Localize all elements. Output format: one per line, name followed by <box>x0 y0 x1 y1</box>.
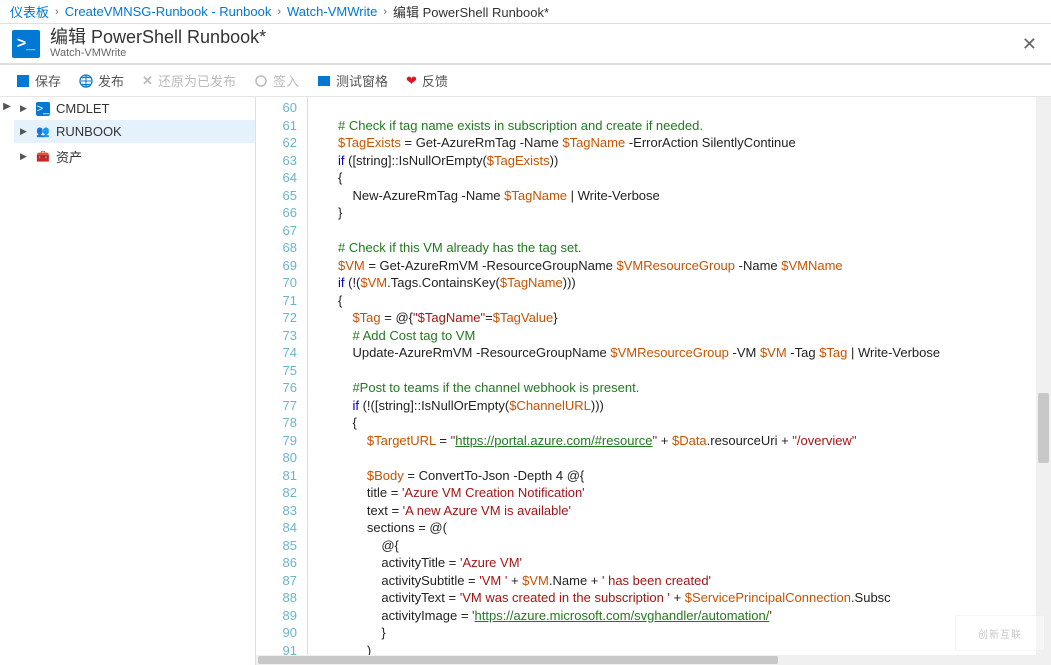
code-editor[interactable]: 6061626364656667686970717273747576777879… <box>256 97 1051 665</box>
page-subtitle: Watch-VMWrite <box>50 47 266 59</box>
checkin-icon <box>254 74 268 88</box>
chevron-right-icon: › <box>383 6 387 18</box>
code-area[interactable]: # Check if tag name exists in subscripti… <box>308 97 1051 665</box>
runbook-icon: 👥 <box>36 125 50 139</box>
scroll-thumb[interactable] <box>258 656 778 664</box>
page-title: 编辑 PowerShell Runbook* <box>50 28 266 48</box>
side-rail-collapse[interactable]: ▶ <box>0 97 14 665</box>
sidebar-item-label: CMDLET <box>56 101 109 116</box>
toolbar: 保存 发布 ✕ 还原为已发布 签入 测试窗格 ❤ 反馈 <box>0 65 1051 97</box>
testpane-icon <box>317 74 331 88</box>
sidebar-item-runbook[interactable]: ▶ 👥 RUNBOOK <box>14 120 255 143</box>
chevron-right-icon: › <box>55 6 59 18</box>
chevron-right-icon: ▶ <box>20 103 30 114</box>
breadcrumb-link-dashboard[interactable]: 仪表板 <box>10 2 49 21</box>
sidebar: ▶ ▶ >_ CMDLET ▶ 👥 RUNBOOK ▶ 🧰 资产 <box>0 97 256 665</box>
vertical-scrollbar[interactable] <box>1036 97 1051 665</box>
heart-icon: ❤ <box>406 73 417 89</box>
cmdlet-icon: >_ <box>36 102 50 116</box>
testpane-label: 测试窗格 <box>336 71 388 90</box>
chevron-right-icon: ▶ <box>20 151 30 162</box>
breadcrumb: 仪表板 › CreateVMNSG-Runbook - Runbook › Wa… <box>0 0 1051 24</box>
checkin-label: 签入 <box>273 71 299 90</box>
sidebar-item-cmdlet[interactable]: ▶ >_ CMDLET <box>14 97 255 120</box>
line-gutter: 6061626364656667686970717273747576777879… <box>256 97 308 665</box>
checkin-button[interactable]: 签入 <box>254 71 299 90</box>
close-icon: ✕ <box>142 73 153 89</box>
feedback-button[interactable]: ❤ 反馈 <box>406 71 448 90</box>
publish-label: 发布 <box>98 71 124 90</box>
horizontal-scrollbar[interactable] <box>256 655 1051 665</box>
sidebar-item-assets[interactable]: ▶ 🧰 资产 <box>14 143 255 170</box>
breadcrumb-current: 编辑 PowerShell Runbook* <box>393 2 549 21</box>
breadcrumb-link-watch[interactable]: Watch-VMWrite <box>287 4 377 19</box>
workspace: ▶ ▶ >_ CMDLET ▶ 👥 RUNBOOK ▶ 🧰 资产 6061626… <box>0 97 1051 665</box>
feedback-label: 反馈 <box>422 71 448 90</box>
revert-button[interactable]: ✕ 还原为已发布 <box>142 71 236 90</box>
powershell-icon: >_ <box>12 30 40 58</box>
revert-label: 还原为已发布 <box>158 71 236 90</box>
save-icon <box>16 74 30 88</box>
breadcrumb-link-runbook[interactable]: CreateVMNSG-Runbook - Runbook <box>65 4 272 19</box>
sidebar-item-label: 资产 <box>56 147 82 166</box>
testpane-button[interactable]: 测试窗格 <box>317 71 388 90</box>
asset-icon: 🧰 <box>36 150 50 164</box>
close-icon[interactable]: ✕ <box>1022 34 1037 55</box>
publish-icon <box>79 74 93 88</box>
publish-button[interactable]: 发布 <box>79 71 124 90</box>
watermark-logo: 创新互联 <box>955 615 1045 651</box>
save-label: 保存 <box>35 71 61 90</box>
chevron-right-icon: › <box>277 6 281 18</box>
scroll-thumb[interactable] <box>1038 393 1049 463</box>
blade-header: >_ 编辑 PowerShell Runbook* Watch-VMWrite … <box>0 24 1051 65</box>
save-button[interactable]: 保存 <box>16 71 61 90</box>
chevron-right-icon: ▶ <box>20 126 30 137</box>
sidebar-item-label: RUNBOOK <box>56 124 122 139</box>
